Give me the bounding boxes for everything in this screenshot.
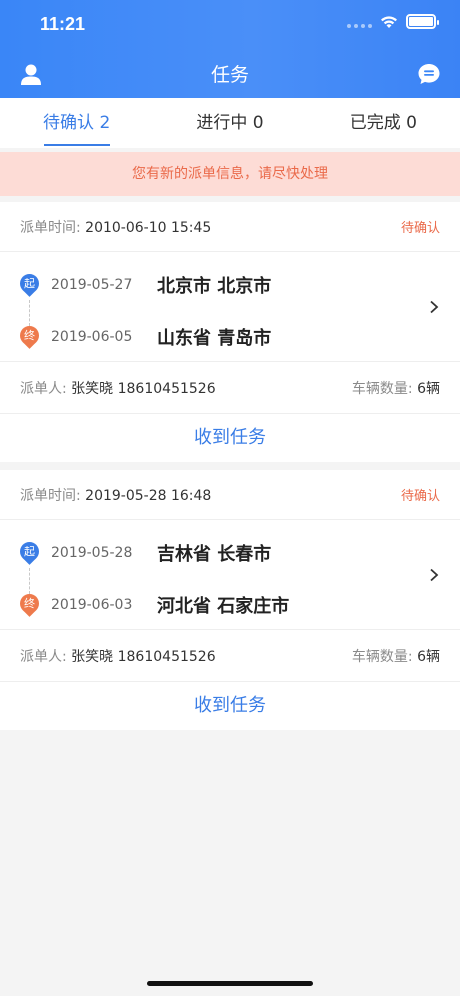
end-city: 河北省 石家庄市 [157, 596, 290, 617]
start-city: 吉林省 长春市 [157, 544, 272, 565]
status-icons [347, 14, 439, 29]
start-pin-icon: 起 [20, 273, 39, 297]
route-start: 起 2019-05-28 吉林省 长春市 [20, 540, 271, 566]
receive-task-button[interactable]: 收到任务 [0, 682, 460, 730]
route-end: 终 2019-06-05 山东省 青岛市 [20, 324, 271, 350]
route-section[interactable]: 起 2019-05-27 北京市 北京市 终 2019-06-05 山东省 青岛… [0, 252, 460, 362]
vehicle-count-label: 车辆数量: [351, 648, 413, 665]
chevron-right-icon[interactable] [428, 568, 440, 582]
dispatcher-value: 张笑晓 18610451526 [71, 380, 216, 397]
route-start: 起 2019-05-27 北京市 北京市 [20, 272, 271, 298]
dispatch-time: 派单时间: 2019-05-28 16:48 [20, 485, 211, 505]
vehicle-count-value: 6辆 [417, 380, 440, 397]
tab-completed[interactable]: 已完成 0 [307, 98, 460, 148]
chevron-right-icon[interactable] [428, 300, 440, 314]
dispatcher-label: 派单人: [20, 380, 67, 397]
end-city: 山东省 青岛市 [157, 328, 272, 349]
dispatcher: 派单人: 张笑晓 18610451526 [20, 378, 216, 398]
app-header: 11:21 任务 [0, 0, 460, 98]
message-icon[interactable] [417, 62, 441, 86]
tab-in-progress[interactable]: 进行中 0 [153, 98, 306, 148]
card-info: 派单人: 张笑晓 18610451526 车辆数量: 6辆 [0, 630, 460, 682]
vehicle-count-value: 6辆 [417, 648, 440, 665]
signal-icon [347, 16, 372, 28]
dispatch-time-value: 2019-05-28 16:48 [85, 487, 212, 504]
page-title: 任务 [210, 64, 249, 86]
status-badge: 待确认 [400, 221, 440, 236]
vehicle-count: 车辆数量: 6辆 [352, 646, 440, 666]
card-info: 派单人: 张笑晓 18610451526 车辆数量: 6辆 [0, 362, 460, 414]
task-card: 派单时间: 2010-06-10 15:45 待确认 起 2019-05-27 … [0, 202, 460, 462]
vehicle-count-label: 车辆数量: [351, 380, 413, 397]
route-end: 终 2019-06-03 河北省 石家庄市 [20, 592, 289, 618]
start-pin-icon: 起 [20, 541, 39, 565]
task-card: 派单时间: 2019-05-28 16:48 待确认 起 2019-05-28 … [0, 470, 460, 730]
receive-task-button[interactable]: 收到任务 [0, 414, 460, 462]
route-connector [29, 568, 30, 594]
dispatcher: 派单人: 张笑晓 18610451526 [20, 646, 216, 666]
dispatcher-value: 张笑晓 18610451526 [71, 648, 216, 665]
status-time: 11:21 [40, 14, 86, 34]
card-header: 派单时间: 2010-06-10 15:45 待确认 [0, 202, 460, 252]
dispatch-time-value: 2010-06-10 15:45 [85, 219, 212, 236]
dispatch-time-label: 派单时间: [20, 487, 81, 504]
route-section[interactable]: 起 2019-05-28 吉林省 长春市 终 2019-06-03 河北省 石家… [0, 520, 460, 630]
vehicle-count: 车辆数量: 6辆 [352, 378, 440, 398]
route-connector [29, 300, 30, 326]
end-pin-icon: 终 [20, 593, 39, 617]
end-date: 2019-06-05 [51, 329, 133, 345]
dispatch-time-label: 派单时间: [20, 219, 81, 236]
battery-icon [406, 14, 439, 29]
wifi-icon [381, 15, 397, 28]
start-date: 2019-05-27 [51, 277, 133, 293]
status-badge: 待确认 [400, 489, 440, 504]
dispatch-time: 派单时间: 2010-06-10 15:45 [20, 217, 211, 237]
home-indicator[interactable] [147, 981, 313, 986]
start-date: 2019-05-28 [51, 545, 133, 561]
tab-bar: 待确认 2 进行中 0 已完成 0 [0, 98, 460, 148]
tab-pending[interactable]: 待确认 2 [0, 98, 153, 148]
start-city: 北京市 北京市 [157, 276, 272, 297]
card-header: 派单时间: 2019-05-28 16:48 待确认 [0, 470, 460, 520]
notice-banner: 您有新的派单信息，请尽快处理 [0, 152, 460, 196]
end-pin-icon: 终 [20, 325, 39, 349]
dispatcher-label: 派单人: [20, 648, 67, 665]
end-date: 2019-06-03 [51, 597, 133, 613]
